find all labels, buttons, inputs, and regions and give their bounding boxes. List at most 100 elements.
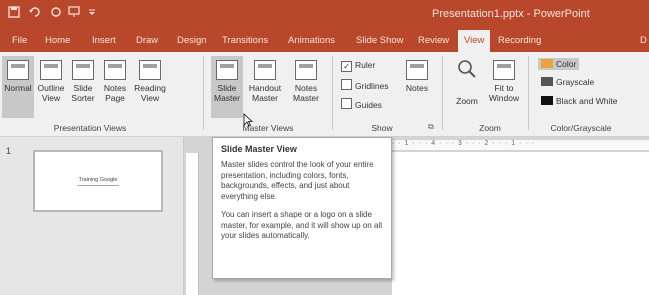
slide-master-tooltip: Slide Master View Master slides control … [212, 137, 392, 279]
tab-design[interactable]: Design [177, 35, 207, 46]
slide-canvas[interactable] [392, 152, 649, 295]
guides-label: Guides [355, 100, 382, 110]
horizontal-ruler: · · 1 · · · 4 · · · 3 · · · 2 · · · 1 · … [392, 140, 649, 150]
slide-master-button[interactable]: Slide Master [211, 56, 243, 118]
handout-master-label-2: Master [252, 93, 278, 103]
tab-more[interactable]: D [640, 35, 647, 46]
black-white-swatch-icon [541, 96, 553, 105]
color-grayscale-group-label: Color/Grayscale [550, 123, 612, 133]
mouse-cursor-icon [243, 113, 253, 127]
notes-label: Notes [405, 83, 429, 93]
gridlines-checkbox[interactable]: Gridlines [341, 79, 389, 91]
tab-view[interactable]: View [458, 30, 491, 52]
ruler-label: Ruler [355, 60, 376, 70]
notes-master-icon [295, 60, 317, 80]
slide-thumbnail-title: Training Google [78, 177, 118, 183]
presentation-views-group-label: Presentation Views [53, 123, 127, 133]
outline-view-icon [40, 60, 62, 80]
zoom-group-label: Zoom [479, 123, 501, 133]
notes-page-icon [104, 60, 126, 80]
notes-page-label-2: Page [105, 93, 125, 103]
outline-view-label-2: View [41, 93, 61, 103]
guides-checkbox[interactable]: Guides [341, 98, 382, 110]
group-separator [442, 56, 443, 130]
notes-master-label-1: Notes [294, 83, 318, 93]
grayscale-swatch-icon [541, 77, 553, 86]
notes-page-label-1: Notes [103, 83, 127, 93]
notes-master-button[interactable]: Notes Master [288, 56, 324, 118]
grayscale-option[interactable]: Grayscale [541, 77, 594, 87]
tab-slide-show[interactable]: Slide Show [356, 35, 404, 46]
tab-recording[interactable]: Recording [498, 35, 541, 46]
group-separator [203, 56, 204, 130]
slide-number: 1 [6, 146, 12, 156]
show-group-label: Show [371, 123, 393, 133]
normal-view-label: Normal [4, 83, 32, 93]
zoom-label: Zoom [456, 96, 478, 106]
notes-button[interactable]: Notes [400, 56, 434, 118]
outline-view-label-1: Outline [37, 83, 65, 93]
customize-qat-icon[interactable] [88, 6, 96, 21]
ribbon-tabs: File Home Insert Draw Design Transitions… [0, 30, 649, 52]
black-white-label: Black and White [556, 96, 618, 106]
slide-sorter-label-1: Slide [73, 83, 93, 93]
checkbox-icon [341, 98, 352, 109]
fit-to-window-button[interactable]: Fit to Window [486, 56, 522, 118]
dialog-launcher-icon[interactable]: ⧉ [428, 122, 434, 132]
redo-icon[interactable] [50, 6, 62, 21]
notes-master-label-2: Master [293, 93, 319, 103]
zoom-button[interactable]: Zoom [452, 56, 482, 118]
reading-view-button[interactable]: Reading View [132, 56, 168, 118]
tooltip-paragraph-2: You can insert a shape or a logo on a sl… [221, 210, 382, 240]
slide-sorter-button[interactable]: Slide Sorter [68, 56, 98, 118]
slide-master-label-2: Master [214, 93, 240, 103]
gridlines-label: Gridlines [355, 81, 389, 91]
handout-master-icon [254, 60, 276, 80]
tooltip-paragraph-1: Master slides control the look of your e… [221, 160, 374, 201]
ruler-checkbox[interactable]: ✓ Ruler [341, 60, 375, 72]
tab-review[interactable]: Review [418, 35, 449, 46]
window-title: Presentation1.pptx - PowerPoint [432, 8, 590, 20]
reading-view-label-1: Reading [134, 83, 166, 93]
slide-thumbnail-subtitle-line [77, 185, 119, 186]
slideshow-icon[interactable] [68, 6, 80, 21]
normal-view-button[interactable]: Normal [2, 56, 34, 118]
tab-transitions[interactable]: Transitions [222, 35, 268, 46]
checkmark-icon: ✓ [341, 61, 352, 72]
fit-to-window-label-1: Fit to [494, 83, 514, 93]
slide-sorter-icon [72, 60, 94, 80]
checkbox-icon [341, 79, 352, 90]
slide-thumbnail-pane: 1 Training Google [0, 137, 184, 295]
black-white-option[interactable]: Black and White [541, 96, 617, 106]
title-bar: Presentation1.pptx - PowerPoint [0, 0, 649, 30]
color-label: Color [556, 59, 577, 69]
tab-insert[interactable]: Insert [92, 35, 116, 46]
notes-page-button[interactable]: Notes Page [100, 56, 130, 118]
outline-view-button[interactable]: Outline View [36, 56, 66, 118]
reading-view-label-2: View [140, 93, 160, 103]
notes-icon [406, 60, 428, 80]
ribbon: Normal Outline View Slide Sorter Notes P… [0, 52, 649, 137]
slide-master-icon [216, 60, 238, 80]
tab-home[interactable]: Home [45, 35, 70, 46]
slide-thumbnail[interactable]: Training Google [33, 150, 163, 212]
slide-sorter-label-2: Sorter [71, 93, 95, 103]
group-separator [528, 56, 529, 130]
slide-master-label-1: Slide [217, 83, 237, 93]
normal-view-icon [7, 60, 29, 80]
grayscale-label: Grayscale [556, 77, 595, 87]
save-icon[interactable] [8, 6, 20, 21]
color-option[interactable]: Color [538, 58, 580, 70]
tooltip-title: Slide Master View [221, 144, 297, 154]
vertical-ruler [186, 153, 199, 295]
fit-to-window-label-2: Window [488, 93, 520, 103]
undo-icon[interactable] [28, 6, 42, 21]
tab-file[interactable]: File [12, 35, 27, 46]
tab-draw[interactable]: Draw [136, 35, 158, 46]
color-swatch-icon [541, 59, 553, 68]
handout-master-label-1: Handout [248, 83, 282, 93]
fit-to-window-icon [493, 60, 515, 80]
magnifier-icon [458, 60, 476, 78]
handout-master-button[interactable]: Handout Master [246, 56, 284, 118]
tab-animations[interactable]: Animations [288, 35, 335, 46]
